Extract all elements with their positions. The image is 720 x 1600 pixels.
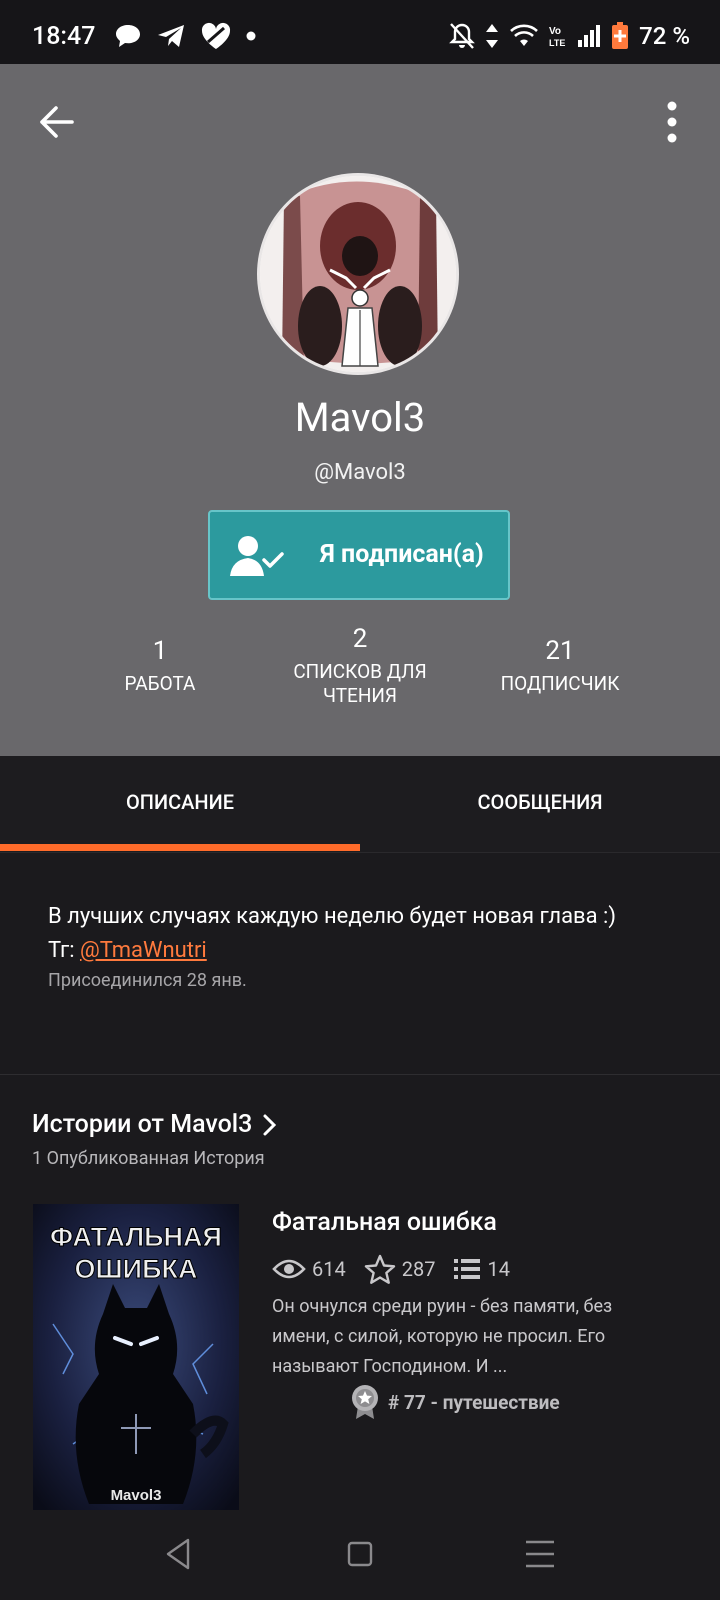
story-stats: 614 287 14 <box>272 1254 528 1284</box>
system-nav-bar <box>0 1510 720 1600</box>
parts-count: 14 <box>487 1257 510 1281</box>
battery-percent: 72 % <box>639 22 690 50</box>
stat-followers-value: 21 <box>545 636 575 666</box>
parts-stat: 14 <box>453 1257 510 1281</box>
telegram-prefix: Тг: <box>48 938 80 963</box>
story-rank-text: # 77 - путешествие <box>388 1390 560 1414</box>
stat-reading-lists-value: 2 <box>352 624 368 654</box>
cover-title-line2: ОШИБКА <box>75 1254 198 1284</box>
chat-bubble-icon <box>116 25 140 47</box>
reads-stat: 614 <box>272 1257 346 1281</box>
cover-title-line1: ФАТАЛЬНАЯ <box>50 1222 222 1252</box>
story-rank[interactable]: # 77 - путешествие <box>350 1384 560 1420</box>
stories-section-title-text: Истории от Mavol3 <box>32 1110 253 1139</box>
chevron-right-icon <box>263 1114 277 1135</box>
nav-home-icon[interactable] <box>338 1532 382 1576</box>
stat-reading-lists-label: СПИСКОВ ДЛЯ ЧТЕНИЯ <box>293 660 427 707</box>
eye-icon <box>272 1259 306 1279</box>
back-arrow-icon[interactable] <box>34 100 78 144</box>
section-divider <box>0 1074 720 1075</box>
dot-icon <box>246 31 256 41</box>
ranking-badge-icon <box>352 1385 378 1419</box>
stat-reading-lists[interactable]: 2 СПИСКОВ ДЛЯ ЧТЕНИЯ <box>260 624 460 708</box>
status-bar: 18:47 Vo LTE 72 % <box>0 0 720 64</box>
stat-followers[interactable]: 21 ПОДПИСЧИК <box>460 636 660 696</box>
joined-date: Присоединился 28 янв. <box>48 970 247 991</box>
following-button[interactable]: Я подписан(а) <box>208 510 510 600</box>
cover-author: Mavol3 <box>111 1487 162 1504</box>
telegram-link[interactable]: @TmaWnutri <box>80 938 207 963</box>
list-icon <box>454 1259 481 1279</box>
active-tab-indicator <box>0 844 360 851</box>
tab-messages[interactable]: СООБЩЕНИЯ <box>360 756 720 852</box>
battery-icon <box>612 22 629 49</box>
votes-count: 287 <box>401 1257 436 1281</box>
telegram-icon <box>158 25 184 47</box>
data-arrows-icon <box>486 24 499 48</box>
signal-icon <box>578 25 601 47</box>
stat-works[interactable]: 1 РАБОТА <box>60 636 260 696</box>
status-time: 18:47 <box>32 22 96 51</box>
profile-description: В лучших случаях каждую неделю будет нов… <box>48 900 698 968</box>
stat-works-value: 1 <box>152 636 168 666</box>
story-description: Он очнулся среди руин - без памяти, без … <box>272 1296 613 1377</box>
user-check-icon <box>230 536 284 576</box>
username-handle: @Mavol3 <box>314 460 406 485</box>
reads-count: 614 <box>312 1257 346 1281</box>
star-icon <box>364 1254 395 1284</box>
stat-followers-label: ПОДПИСЧИК <box>500 672 620 695</box>
svg-text:Vo: Vo <box>549 26 561 37</box>
profile-header: Mavol3 @Mavol3 Я подписан(а) 1 РАБОТА 2 … <box>0 64 720 756</box>
wifi-icon <box>510 24 538 46</box>
tab-description[interactable]: ОПИСАНИЕ <box>0 756 360 852</box>
stories-section-title[interactable]: Истории от Mavol3 <box>32 1110 278 1139</box>
avatar[interactable] <box>260 176 456 372</box>
stat-works-label: РАБОТА <box>124 672 196 695</box>
stories-count: 1 Опубликованная История <box>32 1148 265 1169</box>
heart-icon <box>201 22 231 49</box>
story-cover[interactable]: ФАТАЛЬНАЯ ОШИБКА Mavol3 <box>33 1204 239 1512</box>
svg-text:LTE: LTE <box>549 38 565 48</box>
nav-back-icon[interactable] <box>156 1532 200 1576</box>
votes-stat: 287 <box>364 1254 436 1284</box>
more-options-icon[interactable] <box>650 98 694 146</box>
display-name: Mavol3 <box>294 394 426 441</box>
bell-off-icon <box>449 23 475 49</box>
following-button-label: Я подписан(а) <box>320 540 484 569</box>
story-title[interactable]: Фатальная ошибка <box>272 1208 497 1237</box>
nav-menu-icon[interactable] <box>518 1532 562 1576</box>
volte-icon: VoLTE <box>549 26 565 48</box>
profile-tabs: ОПИСАНИЕ СООБЩЕНИЯ <box>0 756 720 853</box>
description-text: В лучших случаях каждую неделю будет нов… <box>48 904 617 929</box>
